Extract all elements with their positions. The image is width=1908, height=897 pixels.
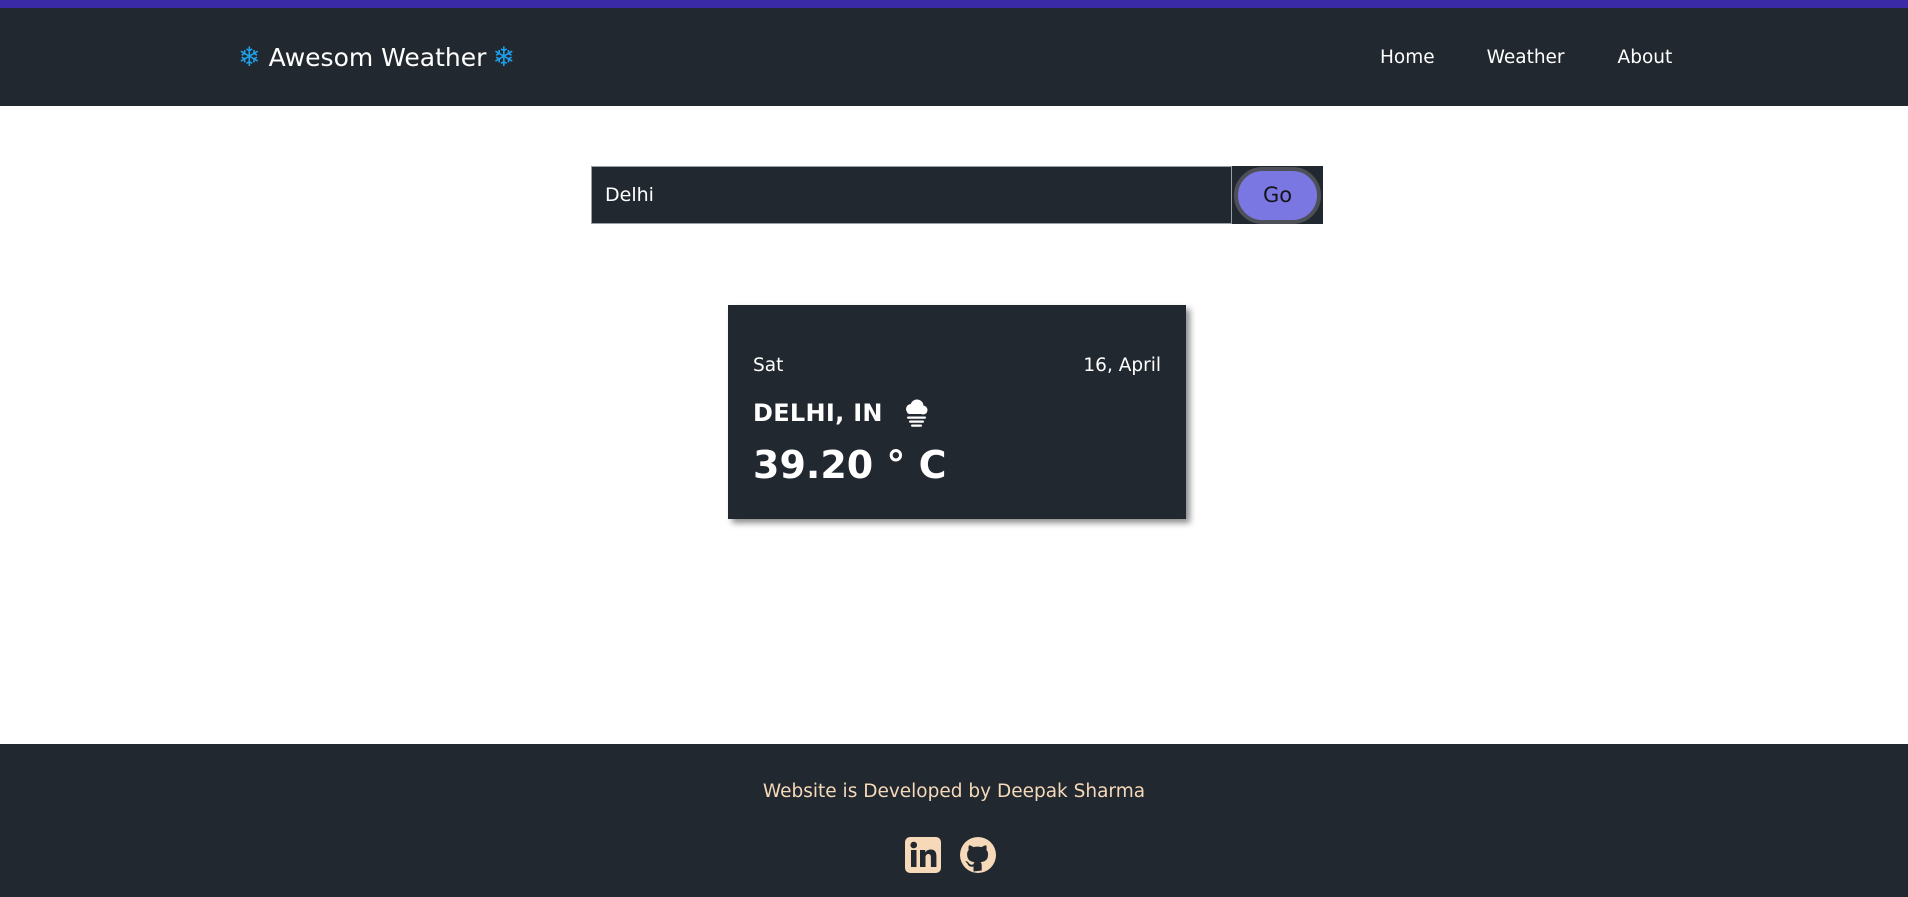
search-bar: Go [591, 166, 1323, 224]
city-search-input[interactable] [591, 166, 1232, 224]
go-button[interactable]: Go [1234, 166, 1321, 224]
navbar: ❄ Awesom Weather ❄ Home Weather About [0, 8, 1908, 106]
temperature: 39.20 ° C [753, 443, 947, 487]
weather-card: Sat 16, April DELHI, IN 39.20 ° C [728, 305, 1186, 519]
weather-date: 16, April [1083, 355, 1161, 376]
brand[interactable]: ❄ Awesom Weather ❄ [238, 42, 515, 74]
footer-credit: Website is Developed by Deepak Sharma [762, 781, 1146, 802]
cloud-fog-icon [901, 398, 931, 428]
city-row: DELHI, IN [753, 397, 931, 429]
brand-title: Awesom Weather [268, 43, 487, 72]
nav-links: Home Weather About [1380, 46, 1672, 70]
city-name: DELHI, IN [753, 399, 883, 427]
social-links [904, 836, 997, 874]
top-accent-bar [0, 0, 1908, 8]
nav-home-link[interactable]: Home [1380, 46, 1435, 70]
weather-day: Sat [753, 355, 784, 376]
snowflake-icon: ❄ [238, 42, 261, 73]
snowflake-icon: ❄ [492, 42, 516, 73]
go-button-container: Go [1232, 166, 1323, 224]
github-icon[interactable] [959, 836, 997, 874]
footer: Website is Developed by Deepak Sharma [0, 744, 1908, 897]
nav-about-link[interactable]: About [1618, 46, 1673, 70]
linkedin-icon[interactable] [904, 836, 942, 874]
nav-weather-link[interactable]: Weather [1487, 46, 1565, 70]
